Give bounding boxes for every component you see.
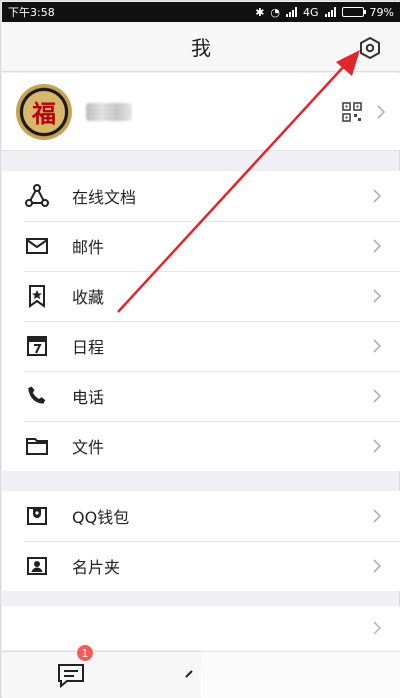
menu-label: 收藏 xyxy=(72,288,105,307)
wallet-icon xyxy=(24,503,50,529)
menu-item-partial[interactable] xyxy=(2,606,400,650)
status-time: 下午3:58 xyxy=(8,6,55,19)
signal-icon-2 xyxy=(324,7,336,17)
menu-group-wallet: QQ钱包 名片夹 xyxy=(2,491,400,591)
signal-icon xyxy=(286,7,298,17)
card-holder-icon xyxy=(24,553,50,579)
page-title: 我 xyxy=(191,36,211,60)
menu-item-schedule[interactable]: 日程 xyxy=(2,321,400,371)
menu-item-files[interactable]: 文件 xyxy=(2,421,400,471)
menu-item-favorites[interactable]: 收藏 xyxy=(2,271,400,321)
chevron-right-icon xyxy=(377,104,386,119)
bluetooth-icon: ✱ xyxy=(255,5,265,19)
profile-row[interactable]: 福 xyxy=(2,73,400,151)
share-nodes-icon xyxy=(24,183,50,209)
qr-code-icon[interactable] xyxy=(342,101,362,122)
unread-badge: 1 xyxy=(76,644,94,662)
bookmark-star-icon xyxy=(24,283,50,309)
tab-contacts-partial-icon[interactable] xyxy=(182,668,196,684)
network-type: 4G xyxy=(303,5,319,19)
settings-hexagon-icon xyxy=(360,36,380,60)
menu-item-card-holder[interactable]: 名片夹 xyxy=(2,541,400,591)
title-bar: 我 xyxy=(2,22,400,72)
calendar-icon xyxy=(24,333,50,359)
menu-label: 电话 xyxy=(72,388,105,407)
alarm-icon: ◔ xyxy=(270,5,281,19)
menu-item-qq-wallet[interactable]: QQ钱包 xyxy=(2,491,400,541)
menu-group-partial xyxy=(2,606,400,650)
status-bar: 下午3:58 ✱ ◔ 4G 79% xyxy=(2,2,400,22)
chevron-right-icon xyxy=(373,289,382,303)
avatar[interactable]: 福 xyxy=(16,83,72,140)
chevron-right-icon xyxy=(373,239,382,253)
menu-label: QQ钱包 xyxy=(72,508,130,527)
phone-icon xyxy=(24,383,50,409)
menu-label: 日程 xyxy=(72,338,105,357)
bottom-tab-bar: 1 xyxy=(2,644,400,698)
avatar-character: 福 xyxy=(32,99,56,128)
battery-percent: 79% xyxy=(369,5,394,19)
chevron-right-icon xyxy=(373,559,382,573)
message-bubble-icon xyxy=(58,664,84,689)
chevron-right-icon xyxy=(373,509,382,523)
menu-label: 在线文档 xyxy=(72,188,137,207)
menu-item-online-docs[interactable]: 在线文档 xyxy=(2,171,400,221)
menu-item-phone[interactable]: 电话 xyxy=(2,371,400,421)
menu-label: 名片夹 xyxy=(72,558,121,577)
settings-button[interactable] xyxy=(358,36,382,60)
chevron-right-icon xyxy=(373,389,382,403)
chevron-right-icon xyxy=(373,189,382,203)
menu-group-tools: 在线文档 邮件 收藏 日程 电话 文件 xyxy=(2,171,400,471)
status-indicators: ✱ ◔ 4G 79% xyxy=(255,6,394,19)
phone-screen: 下午3:58 ✱ ◔ 4G 79% 我 福 在线文档 邮件 收藏 日程 电话 文… xyxy=(0,0,400,698)
chevron-right-icon xyxy=(373,339,382,353)
chevron-right-icon xyxy=(373,621,382,635)
nickname-redacted xyxy=(86,102,132,121)
chevron-right-icon xyxy=(373,439,382,453)
tab-messages[interactable] xyxy=(57,662,85,689)
menu-label: 文件 xyxy=(72,438,105,457)
menu-label: 邮件 xyxy=(72,238,105,257)
battery-icon xyxy=(341,7,366,17)
mail-icon xyxy=(24,233,50,259)
menu-item-mail[interactable]: 邮件 xyxy=(2,221,400,271)
folder-icon xyxy=(24,433,50,459)
